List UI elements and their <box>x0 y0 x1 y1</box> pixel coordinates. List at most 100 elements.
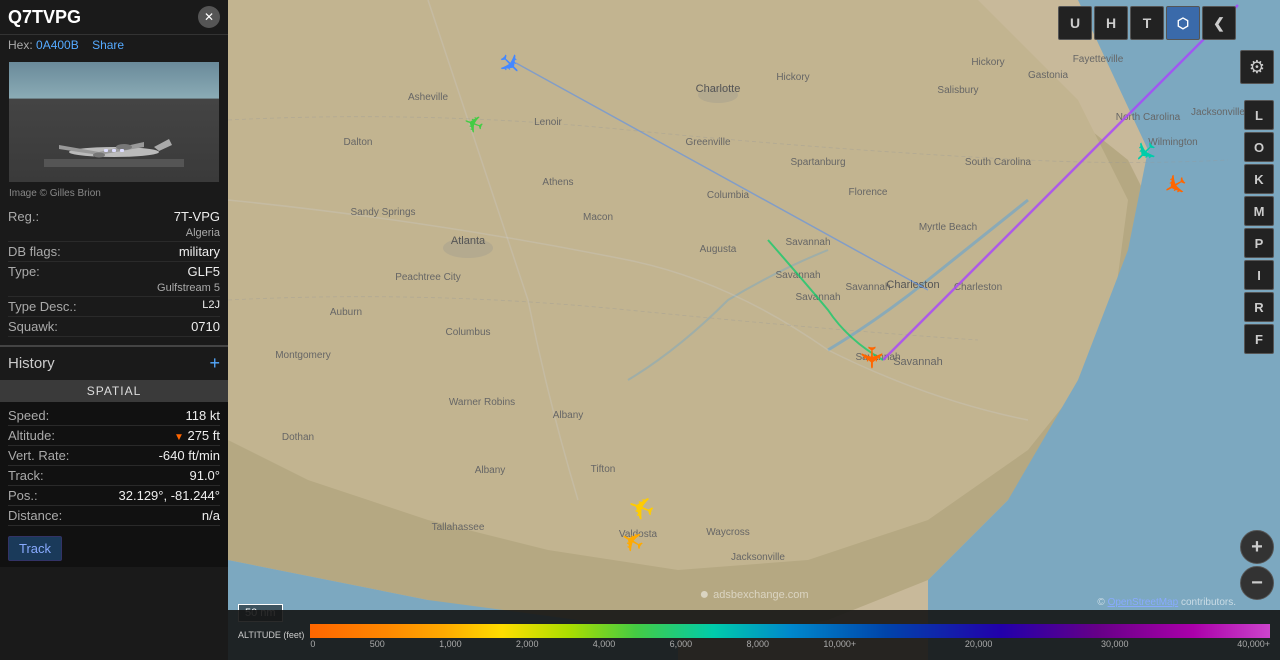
side-button-k[interactable]: K <box>1244 164 1274 194</box>
svg-text:Jacksonville: Jacksonville <box>1191 107 1245 118</box>
map-container[interactable]: Charlotte Atlanta Athens Columbia Sparta… <box>228 0 1280 660</box>
side-button-p[interactable]: P <box>1244 228 1274 258</box>
altitude-label-text: ALTITUDE (feet) <box>238 630 304 640</box>
zoom-buttons: + − <box>1240 530 1274 600</box>
zoom-in-button[interactable]: + <box>1240 530 1274 564</box>
svg-text:Augusta: Augusta <box>700 244 737 255</box>
settings-button[interactable]: ⚙ <box>1240 50 1274 84</box>
svg-text:Myrtle Beach: Myrtle Beach <box>919 222 977 233</box>
squawk-label: Squawk: <box>8 319 58 334</box>
history-header: History + <box>0 347 228 380</box>
svg-text:Columbus: Columbus <box>445 327 490 338</box>
osm-credit: © OpenStreetMap contributors. <box>1097 597 1236 608</box>
side-button-i[interactable]: I <box>1244 260 1274 290</box>
svg-text:Gastonia: Gastonia <box>1028 70 1068 81</box>
toolbar-layers-button[interactable]: ⬡ <box>1166 6 1200 40</box>
svg-text:Warner Robins: Warner Robins <box>449 397 515 408</box>
toolbar-u-button[interactable]: U <box>1058 6 1092 40</box>
photo-credit: Image © Gilles Brion <box>0 186 228 203</box>
svg-text:Savannah: Savannah <box>845 282 890 293</box>
db-flags-value: military <box>179 244 220 259</box>
toolbar-t-button[interactable]: T <box>1130 6 1164 40</box>
svg-text:Asheville: Asheville <box>408 92 448 103</box>
side-button-o[interactable]: O <box>1244 132 1274 162</box>
speed-value: 118 kt <box>186 408 220 423</box>
aircraft-main[interactable]: ✈ <box>853 345 888 370</box>
svg-text:Auburn: Auburn <box>330 307 362 318</box>
type-label: Type: <box>8 264 40 294</box>
altitude-ticks: 0 500 1,000 2,000 4,000 6,000 8,000 10,0… <box>310 639 1270 649</box>
pos-value: 32.129°, -81.244° <box>119 488 220 503</box>
side-button-r[interactable]: R <box>1244 292 1274 322</box>
svg-text:Salisbury: Salisbury <box>937 85 978 96</box>
altitude-arrow: ▼ <box>174 432 184 443</box>
type-desc-value: Gulfstream 5 <box>157 282 220 294</box>
map-toolbar: U H T ⬡ ❮ <box>1058 6 1236 40</box>
type-desc-label: Type Desc.: <box>8 299 77 314</box>
aircraft-silhouette <box>44 137 184 167</box>
aircraft-photo <box>9 62 219 182</box>
panel-title: Q7TVPG <box>8 7 81 28</box>
toolbar-h-button[interactable]: H <box>1094 6 1128 40</box>
photo-background <box>9 62 219 182</box>
history-add-button[interactable]: + <box>209 353 220 374</box>
svg-text:Macon: Macon <box>583 212 613 223</box>
type-value: GLF5 <box>187 264 220 279</box>
svg-text:Albany: Albany <box>475 465 506 476</box>
map-background: Charlotte Atlanta Athens Columbia Sparta… <box>228 0 1280 660</box>
distance-label: Distance: <box>8 508 62 523</box>
side-button-l[interactable]: L <box>1244 100 1274 130</box>
osm-link[interactable]: OpenStreetMap <box>1108 597 1179 608</box>
svg-text:Tallahassee: Tallahassee <box>432 522 485 533</box>
pos-row: Pos.: 32.129°, -81.244° <box>8 486 220 506</box>
svg-text:Charlotte: Charlotte <box>696 83 741 95</box>
panel-header: Q7TVPG ✕ <box>0 0 228 35</box>
altitude-row: Altitude: ▼ 275 ft <box>8 426 220 446</box>
distance-row: Distance: n/a <box>8 506 220 526</box>
db-flags-row: DB flags: military <box>8 242 220 262</box>
share-link[interactable]: Share <box>92 38 124 52</box>
side-button-m[interactable]: M <box>1244 196 1274 226</box>
svg-text:Hickory: Hickory <box>971 57 1004 68</box>
vert-rate-row: Vert. Rate: -640 ft/min <box>8 446 220 466</box>
reg-label: Reg.: <box>8 209 39 239</box>
country-value: Algeria <box>186 227 220 239</box>
svg-text:Albany: Albany <box>553 410 584 421</box>
hex-label: Hex: <box>8 38 33 52</box>
adsb-watermark: ● adsbexchange.com <box>699 586 808 604</box>
spatial-header: SPATIAL <box>0 380 228 402</box>
svg-text:Tifton: Tifton <box>591 464 616 475</box>
svg-text:Waycross: Waycross <box>706 527 750 538</box>
speed-label: Speed: <box>8 408 49 423</box>
history-title: History <box>8 355 55 372</box>
type-row: Type: GLF5 Gulfstream 5 <box>8 262 220 297</box>
squawk-row: Squawk: 0710 <box>8 317 220 337</box>
svg-text:Montgomery: Montgomery <box>275 350 331 361</box>
zoom-out-button[interactable]: − <box>1240 566 1274 600</box>
svg-text:Charleston: Charleston <box>886 279 939 291</box>
svg-text:Jacksonville: Jacksonville <box>731 552 785 563</box>
svg-text:Florence: Florence <box>849 187 888 198</box>
svg-text:Lenoir: Lenoir <box>534 117 562 128</box>
left-panel: Q7TVPG ✕ Hex: 0A400B Share <box>0 0 228 660</box>
svg-text:South Carolina: South Carolina <box>965 157 1032 168</box>
track-row: Track: 91.0° <box>8 466 220 486</box>
hex-value: 0A400B <box>36 38 79 52</box>
altitude-gradient-container: 0 500 1,000 2,000 4,000 6,000 8,000 10,0… <box>310 624 1270 646</box>
altitude-gradient-bar <box>310 624 1270 638</box>
toolbar-back-button[interactable]: ❮ <box>1202 6 1236 40</box>
svg-text:Peachtree City: Peachtree City <box>395 272 461 283</box>
svg-text:Sandy Springs: Sandy Springs <box>350 207 415 218</box>
reg-row: Reg.: 7T-VPG Algeria <box>8 207 220 242</box>
svg-text:Columbia: Columbia <box>707 190 750 201</box>
reg-value: 7T-VPG <box>174 209 220 224</box>
side-button-f[interactable]: F <box>1244 324 1274 354</box>
aircraft-info: Reg.: 7T-VPG Algeria DB flags: military … <box>0 203 228 341</box>
track-value: 91.0° <box>189 468 220 483</box>
svg-text:Fayetteville: Fayetteville <box>1073 54 1124 65</box>
track-button[interactable]: Track <box>8 536 62 561</box>
squawk-type: L2J <box>202 299 220 314</box>
spatial-data: Speed: 118 kt Altitude: ▼ 275 ft Vert. R… <box>0 402 228 530</box>
close-button[interactable]: ✕ <box>198 6 220 28</box>
history-section: History + SPATIAL Speed: 118 kt Altitude… <box>0 345 228 567</box>
